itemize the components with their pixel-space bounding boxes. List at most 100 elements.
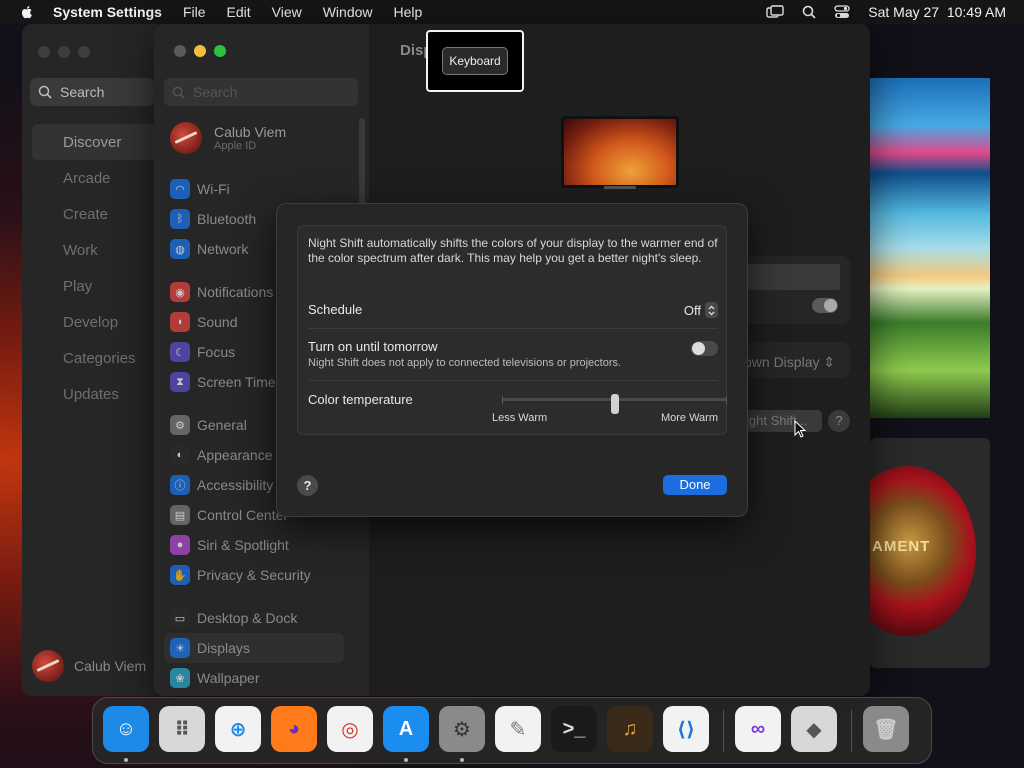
- app-store-icon[interactable]: A: [383, 706, 429, 752]
- more-warm-label: More Warm: [660, 412, 718, 424]
- close-button[interactable]: [174, 45, 186, 57]
- color-temperature-slider[interactable]: [502, 394, 727, 414]
- safari-icon[interactable]: ⊕: [215, 706, 261, 752]
- menu-app-name[interactable]: System Settings: [53, 4, 162, 20]
- sidebar-item-label: Desktop & Dock: [197, 610, 298, 626]
- speaker-icon: ◖: [170, 312, 190, 332]
- control-center-icon: ▤: [170, 505, 190, 525]
- control-center-icon[interactable]: [834, 5, 850, 19]
- help-button[interactable]: ?: [297, 475, 318, 496]
- sidebar-item-label: Siri & Spotlight: [197, 537, 289, 553]
- nav-arcade[interactable]: Arcade: [32, 160, 157, 196]
- avatar: [170, 122, 202, 154]
- sidebar-item-label: Bluetooth: [197, 211, 257, 227]
- nav-work[interactable]: Work: [32, 232, 157, 268]
- schedule-row: Schedule Off: [308, 302, 718, 318]
- sun-icon: ☀: [170, 638, 190, 658]
- sidebar-item-label: Sound: [197, 314, 238, 330]
- dock-separator: [851, 710, 852, 752]
- sidebar-item-label: Wallpaper: [197, 670, 260, 686]
- vscode-icon[interactable]: ⟨⟩: [663, 706, 709, 752]
- sidebar-item-label: General: [197, 417, 247, 433]
- close-button[interactable]: [38, 46, 50, 58]
- nav-play[interactable]: Play: [32, 268, 157, 304]
- screen-mirroring-icon[interactable]: [766, 5, 784, 19]
- launchpad-icon[interactable]: ⠿: [159, 706, 205, 752]
- trash-icon[interactable]: 🗑: [863, 706, 909, 752]
- auto-brightness-toggle[interactable]: [812, 298, 838, 313]
- sidebar-scrollbar[interactable]: [359, 118, 365, 208]
- turn-on-label: Turn on until tomorrow: [308, 339, 438, 354]
- done-button[interactable]: Done: [663, 475, 727, 495]
- sidebar-item-wallpaper[interactable]: ❀ Wallpaper: [164, 663, 344, 693]
- moon-icon: ☾: [170, 342, 190, 362]
- avatar: [32, 650, 64, 682]
- terminal-icon[interactable]: >_: [551, 706, 597, 752]
- turn-on-toggle[interactable]: [691, 341, 718, 356]
- settings-traffic-lights: [174, 45, 226, 57]
- night-shift-sheet: Night Shift automatically shifts the col…: [276, 203, 748, 517]
- slider-knob[interactable]: [610, 394, 619, 414]
- bell-icon: ◉: [170, 282, 190, 302]
- boot-camp-icon[interactable]: ◆: [791, 706, 837, 752]
- system-settings-icon[interactable]: ⚙: [439, 706, 485, 752]
- textedit-icon[interactable]: ✎: [495, 706, 541, 752]
- running-indicator: [460, 758, 464, 762]
- sidebar-item-wi-fi[interactable]: ◠ Wi-Fi: [164, 174, 344, 204]
- firefox-icon[interactable]: ◕: [271, 706, 317, 752]
- running-indicator: [404, 758, 408, 762]
- app-store-traffic-lights: [38, 46, 90, 58]
- menu-clock[interactable]: Sat May 27 10:49 AM: [868, 4, 1006, 20]
- app-store-account[interactable]: Calub Viem: [32, 650, 146, 682]
- zoom-button[interactable]: [214, 45, 226, 57]
- search-placeholder: Search: [193, 84, 238, 100]
- keyboard-tooltip: Keyboard: [442, 47, 508, 75]
- chrome-icon[interactable]: ◎: [327, 706, 373, 752]
- finder-icon[interactable]: ☺: [103, 706, 149, 752]
- sidebar-item-label: Privacy & Security: [197, 567, 311, 583]
- divider: [308, 380, 718, 381]
- dock: ☺ ⠿ ⊕ ◕ ◎ A ⚙ ✎ >_ ♫ ⟨⟩ ∞ ◆ 🗑: [92, 697, 932, 764]
- slider-tick: [502, 396, 503, 404]
- nav-categories[interactable]: Categories: [32, 340, 157, 376]
- night-shift-button[interactable]: ight Shift...: [744, 410, 822, 432]
- slider-tick: [726, 396, 727, 404]
- apple-id-sub: Apple ID: [214, 140, 257, 152]
- menu-help[interactable]: Help: [394, 4, 423, 20]
- sidebar-item-privacy-security[interactable]: ✋ Privacy & Security: [164, 560, 344, 590]
- menu-view[interactable]: View: [272, 4, 302, 20]
- nav-create[interactable]: Create: [32, 196, 157, 232]
- color-temperature-row: Color temperature Less Warm More Warm: [308, 392, 727, 424]
- spotlight-search-icon[interactable]: [802, 5, 816, 19]
- dock-icon: ▭: [170, 608, 190, 628]
- nav-discover[interactable]: Discover: [32, 124, 157, 160]
- account-name: Calub Viem: [74, 658, 147, 674]
- help-button[interactable]: ?: [828, 410, 850, 432]
- wallpaper-icon: ❀: [170, 668, 190, 688]
- display-select-text: own Display: [744, 354, 820, 370]
- minimize-button[interactable]: [58, 46, 70, 58]
- game-emblem-image: AMENT: [870, 466, 976, 636]
- settings-search-field[interactable]: Search: [164, 78, 358, 106]
- zoom-button[interactable]: [78, 46, 90, 58]
- menu-window[interactable]: Window: [323, 4, 373, 20]
- apple-id-item[interactable]: Calub Viem Apple ID: [170, 122, 286, 154]
- sidebar-item-desktop-dock[interactable]: ▭ Desktop & Dock: [164, 603, 344, 633]
- menu-edit[interactable]: Edit: [227, 4, 251, 20]
- garageband-icon[interactable]: ♫: [607, 706, 653, 752]
- app-store-search-field[interactable]: Search: [30, 78, 154, 106]
- sidebar-item-displays[interactable]: ☀ Displays: [164, 633, 344, 663]
- apple-menu-icon[interactable]: [19, 4, 35, 20]
- app-store-nav: Discover Arcade Create Work Play Develop…: [32, 124, 157, 412]
- visual-studio-icon[interactable]: ∞: [735, 706, 781, 752]
- sidebar-item-siri-spotlight[interactable]: ● Siri & Spotlight: [164, 530, 344, 560]
- nav-updates[interactable]: Updates: [32, 376, 157, 412]
- schedule-popup[interactable]: Off: [684, 302, 718, 318]
- minimize-button[interactable]: [194, 45, 206, 57]
- gear-icon: ⚙: [170, 415, 190, 435]
- nav-develop[interactable]: Develop: [32, 304, 157, 340]
- display-select[interactable]: own Display ⇕: [744, 354, 835, 371]
- brightness-bar[interactable]: [744, 264, 840, 290]
- sidebar-item-label: Accessibility: [197, 477, 274, 493]
- menu-file[interactable]: File: [183, 4, 206, 20]
